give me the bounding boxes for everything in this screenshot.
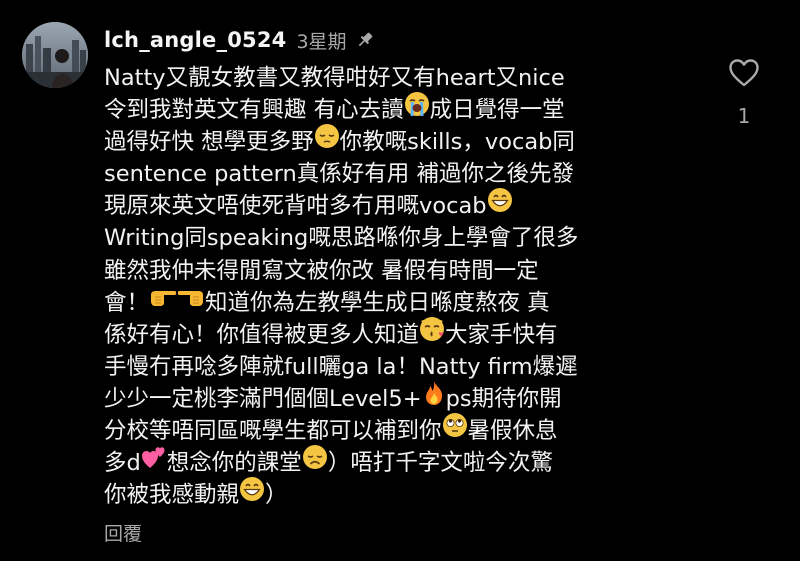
comment-text-segment: 你被我感動親 [104,482,240,509]
comment-line: 多d 想念你的課堂 ）唔打千字文啦今次驚 [104,444,704,479]
backhand-index-pointing-right-emoji [149,285,177,317]
comment-text-segment: 分校等唔同區嘅學生都可以補到你 [104,418,442,445]
comment-text-segment: sentence pattern真係好有用 補過你之後先發 [104,161,574,188]
grinning-face-emoji [487,187,513,222]
comment-line: 手慢冇再唸多陣就full曬ga la！Natty firm爆遲 [104,351,704,383]
comment-text-segment: 會！ [104,289,150,316]
comment-line: 雖然我仲未得閒寫文被你改 暑假有時間一定 [104,255,704,287]
comment-text-segment: 暑假休息 [467,418,558,445]
comment-text-segment: 大家手快有 [445,321,558,348]
comment-text-segment: 知道你為左教學生成日喺度熬夜 真 [205,289,550,316]
comment-line: 少少一定桃李滿門個個Level5+ ps期待你開 [104,380,704,415]
comment-line: Natty又靚女教書又教得咁好又有heart又nice [104,62,704,94]
reply-button[interactable]: 回覆 [104,519,142,546]
backhand-index-pointing-left-emoji [177,285,205,317]
timestamp: 3星期 [296,30,347,53]
comment-line: Writing同speaking嘅思路喺你身上學會了很多 [104,222,704,254]
comment-line: 令到我對英文有興趣 有心去讀 成日覺得一堂 [104,91,704,126]
comment-line: 會！ 知道你為左教學生成日喺度熬夜 真 [104,287,704,319]
comment-line: sentence pattern真係好有用 補過你之後先發 [104,158,704,190]
like-count: 1 [737,104,751,128]
comment-line: 係好有心！你值得被更多人知道 大家手快有 [104,316,704,351]
comment-text-segment: 你教嘅skills，vocab同 [339,129,575,156]
heart-outline-icon[interactable] [728,58,760,88]
comment-text-segment: 現原來英文唔使死背咁多冇用嘅vocab [104,193,487,220]
profile-photo [22,22,88,88]
comment-text-segment: 想念你的課堂 [166,450,302,477]
comment-text-segment: 少少一定桃李滿門個個Level5+ [104,385,422,412]
avatar[interactable] [22,22,88,88]
comment-text-segment: 過得好快 想學更多野 [104,129,314,156]
grinning-face-emoji [239,476,265,511]
comment-text: Natty又靚女教書又教得咁好又有heart又nice 令到我對英文有興趣 有心去… [104,62,704,511]
comment-line: 現原來英文唔使死背咁多冇用嘅vocab [104,187,704,222]
comment-line: 分校等唔同區嘅學生都可以補到你 暑假休息 [104,412,704,447]
comment-text-segment: 令到我對英文有興趣 有心去讀 [104,97,404,124]
loudly-crying-face-emoji [404,91,430,126]
comment-line: 你被我感動親 ） [104,476,704,511]
comment-text-segment: ）唔打千字文啦今次驚 [327,450,553,477]
fire-emoji [422,380,446,415]
comment-text-segment: Natty又靚女教書又教得咁好又有heart又nice [104,65,565,91]
two-hearts-emoji [141,444,167,479]
comment-text-segment: 多d [104,450,141,477]
comment-text-segment: ps期待你開 [445,385,562,412]
disappointed-face-emoji [302,444,328,479]
pensive-face-emoji [314,123,340,158]
pin-icon [355,30,375,50]
comment-text-segment: 成日覺得一堂 [429,97,565,124]
comment-text-segment: ） [265,482,288,509]
comment-line: 過得好快 想學更多野 你教嘅skills，vocab同 [104,123,704,158]
like-area: 1 [722,58,766,128]
comment-header: lch_angle_0524 3星期 [104,26,375,54]
comment-text-segment: 手慢冇再唸多陣就full曬ga la！Natty firm爆遲 [104,353,578,380]
comment-text-segment: 雖然我仲未得閒寫文被你改 暑假有時間一定 [104,257,539,284]
username[interactable]: lch_angle_0524 [104,28,286,52]
face-with-rolling-eyes-emoji [442,412,468,447]
comment-text-segment: Writing同speaking嘅思路喺你身上學會了很多 [104,225,579,252]
comment-text-segment: 係好有心！你值得被更多人知道 [104,321,420,348]
kissing-cat-emoji [419,316,445,351]
